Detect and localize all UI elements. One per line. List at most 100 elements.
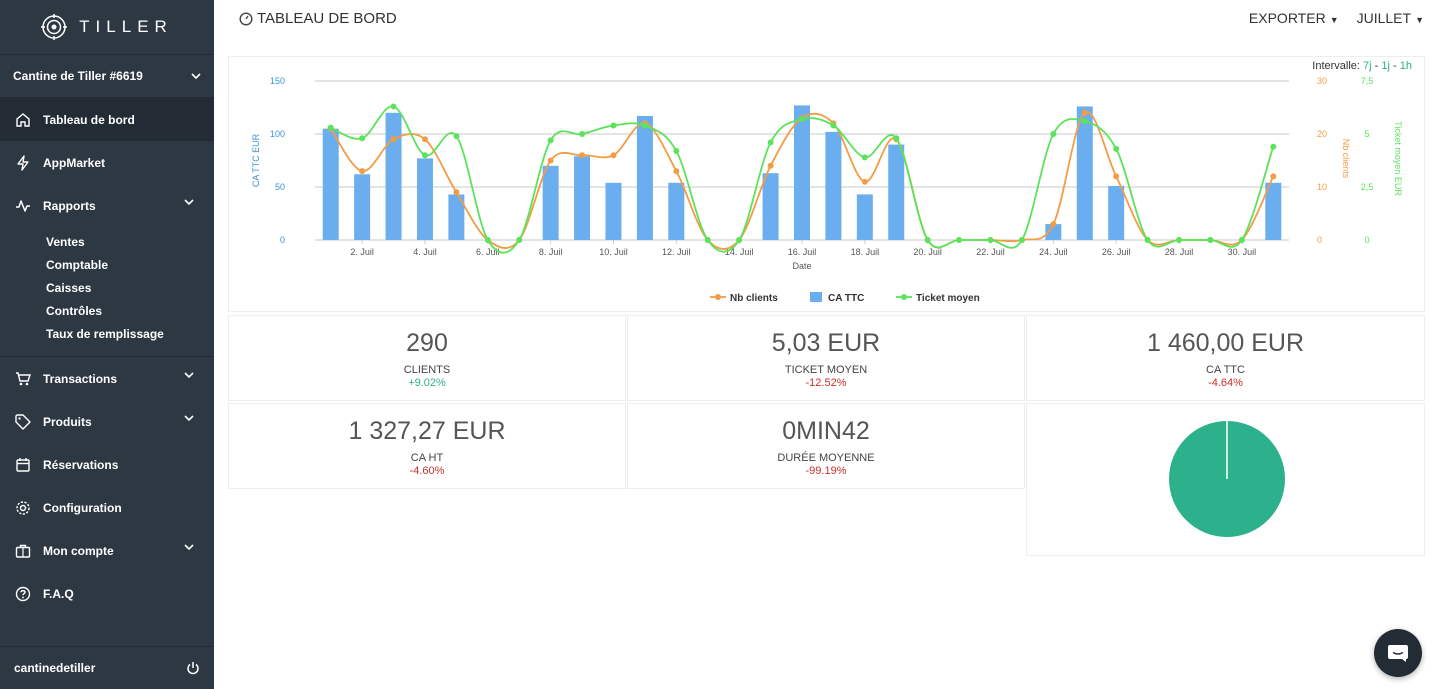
sidebar-item-label: Rapports [43, 198, 96, 213]
point-ticket-moyen [1270, 143, 1277, 150]
stat-label: TICKET MOYEN [784, 364, 868, 376]
point-ticket-moyen [1081, 118, 1088, 125]
point-ticket-moyen [799, 116, 805, 123]
gear-icon [14, 499, 32, 517]
sidebar-item-tableau-de-bord[interactable]: Tableau de bord [0, 98, 214, 141]
x-tick-label: 20. Juil [913, 247, 942, 257]
calendar-icon [14, 456, 32, 474]
sidebar-user: cantinedetiller [0, 646, 214, 689]
sidebar-item-label: F.A.Q [43, 586, 74, 601]
lightning-icon [14, 154, 32, 172]
point-nb-clients [359, 168, 366, 175]
point-ticket-moyen [893, 135, 900, 142]
point-nb-clients [673, 168, 680, 175]
bar-ca-ttc [762, 173, 779, 240]
sidebar-item-appmarket[interactable]: AppMarket [0, 141, 214, 184]
tag-icon [14, 413, 32, 431]
stat-delta: -4.60% [409, 465, 445, 477]
month-dropdown[interactable]: JUILLET ▼ [1357, 10, 1424, 26]
caret-down-icon: ▼ [1415, 15, 1424, 25]
page-title: TABLEAU DE BORD [239, 10, 397, 27]
interval-label: Intervalle: [1312, 60, 1360, 72]
stat-tile-ca-ttc: 1 460,00 EUR CA TTC -4.64% [1026, 315, 1425, 401]
right-axis-tick: 30 [1317, 76, 1327, 86]
chat-button[interactable] [1374, 629, 1422, 677]
bar-ca-ttc [354, 174, 371, 240]
interval-option-1j[interactable]: 1j [1381, 60, 1390, 72]
submenu-item-ventes[interactable]: Ventes [46, 231, 214, 254]
x-tick-label: 6. Juil [476, 247, 500, 257]
stat-delta: +9.02% [408, 377, 446, 389]
point-ticket-moyen [673, 147, 680, 154]
left-axis-label: CA TTC EUR [251, 133, 261, 187]
interval-option-1h[interactable]: 1h [1400, 60, 1412, 72]
submenu-item-taux-remplissage[interactable]: Taux de remplissage [46, 323, 214, 346]
x-tick-label: 10. Juil [599, 247, 628, 257]
left-axis-tick: 100 [270, 129, 285, 139]
stat-value: 1 327,27 EUR [348, 417, 506, 445]
point-nb-clients [390, 136, 397, 143]
dashboard-gauge-icon [239, 11, 253, 26]
point-ticket-moyen [987, 237, 994, 243]
point-ticket-moyen [579, 131, 586, 137]
point-ticket-moyen [1144, 237, 1151, 243]
power-icon[interactable] [186, 661, 200, 675]
sidebar-item-rapports[interactable]: Rapports [0, 184, 214, 227]
sidebar: TILLER Cantine de Tiller #6619 Tableau d… [0, 0, 214, 689]
bar-ca-ttc [668, 182, 685, 240]
right2-axis-tick: 0 [1364, 235, 1369, 245]
legend-marker [715, 294, 721, 300]
bar-ca-ttc [794, 105, 810, 240]
month-label: JUILLET [1356, 10, 1412, 26]
stat-tile-ticket-moyen: 5,03 EUR TICKET MOYEN -12.52% [627, 315, 1025, 401]
bar-ca-ttc [1108, 185, 1125, 240]
sidebar-item-configuration[interactable]: Configuration [0, 486, 214, 529]
point-ticket-moyen [359, 135, 366, 142]
interval-sep: - [1393, 60, 1397, 72]
sidebar-item-label: Tableau de bord [43, 112, 135, 127]
x-axis-label: Date [792, 261, 811, 271]
sidebar-item-faq[interactable]: F.A.Q [0, 572, 214, 615]
sidebar-item-label: Réservations [43, 457, 119, 472]
submenu-item-caisses[interactable]: Caisses [46, 277, 214, 300]
interval-sep: - [1374, 60, 1379, 72]
store-selector[interactable]: Cantine de Tiller #6619 [0, 55, 214, 97]
point-nb-clients [861, 178, 868, 185]
bar-ca-ttc [385, 112, 402, 240]
x-tick-label: 18. Juil [851, 247, 880, 257]
bar-ca-ttc [416, 158, 433, 240]
right2-axis-tick: 2,5 [1361, 182, 1374, 192]
tiller-logo-icon [41, 14, 68, 40]
sidebar-item-reservations[interactable]: Réservations [0, 443, 214, 486]
interval-option-7j[interactable]: 7j [1363, 60, 1372, 72]
sidebar-item-produits[interactable]: Produits [0, 400, 214, 443]
export-dropdown[interactable]: EXPORTER ▼ [1249, 10, 1339, 26]
sidebar-item-transactions[interactable]: Transactions [0, 357, 214, 400]
rapports-submenu: Ventes Comptable Caisses Contrôles Taux … [0, 227, 214, 356]
export-label: EXPORTER [1248, 10, 1326, 26]
user-name: cantinedetiller [14, 661, 96, 675]
submenu-item-comptable[interactable]: Comptable [46, 254, 214, 277]
right2-axis-label: Ticket moyen EUR [1393, 121, 1403, 196]
point-ticket-moyen [641, 122, 648, 129]
legend-swatch [810, 292, 822, 302]
brand-logo[interactable]: TILLER [0, 0, 214, 54]
right-axis-label: Nb clients [1341, 139, 1351, 179]
left-axis-tick: 150 [270, 76, 285, 86]
bar-ca-ttc [542, 165, 559, 240]
point-ticket-moyen [736, 237, 743, 243]
sidebar-item-mon-compte[interactable]: Mon compte [0, 529, 214, 572]
x-tick-label: 28. Juil [1165, 247, 1194, 257]
topbar: TABLEAU DE BORD EXPORTER ▼ JUILLET ▼ [214, 0, 1436, 40]
combo-chart: 0 50 100 150 0 10 20 30 0 2,5 5 7,5 CA TTC EUR Nb cli… [251, 76, 1403, 304]
point-ticket-moyen [767, 139, 774, 146]
x-tick-label: 24. Juil [1039, 247, 1068, 257]
stat-label: DURÉE MOYENNE [777, 452, 875, 464]
submenu-item-controles[interactable]: Contrôles [46, 300, 214, 323]
x-tick-label: 2. Juil [350, 247, 374, 257]
home-icon [14, 111, 32, 129]
chevron-down-icon [184, 415, 194, 421]
stat-value: 5,03 EUR [771, 329, 881, 357]
point-nb-clients [547, 157, 554, 164]
point-ticket-moyen [1050, 131, 1057, 137]
